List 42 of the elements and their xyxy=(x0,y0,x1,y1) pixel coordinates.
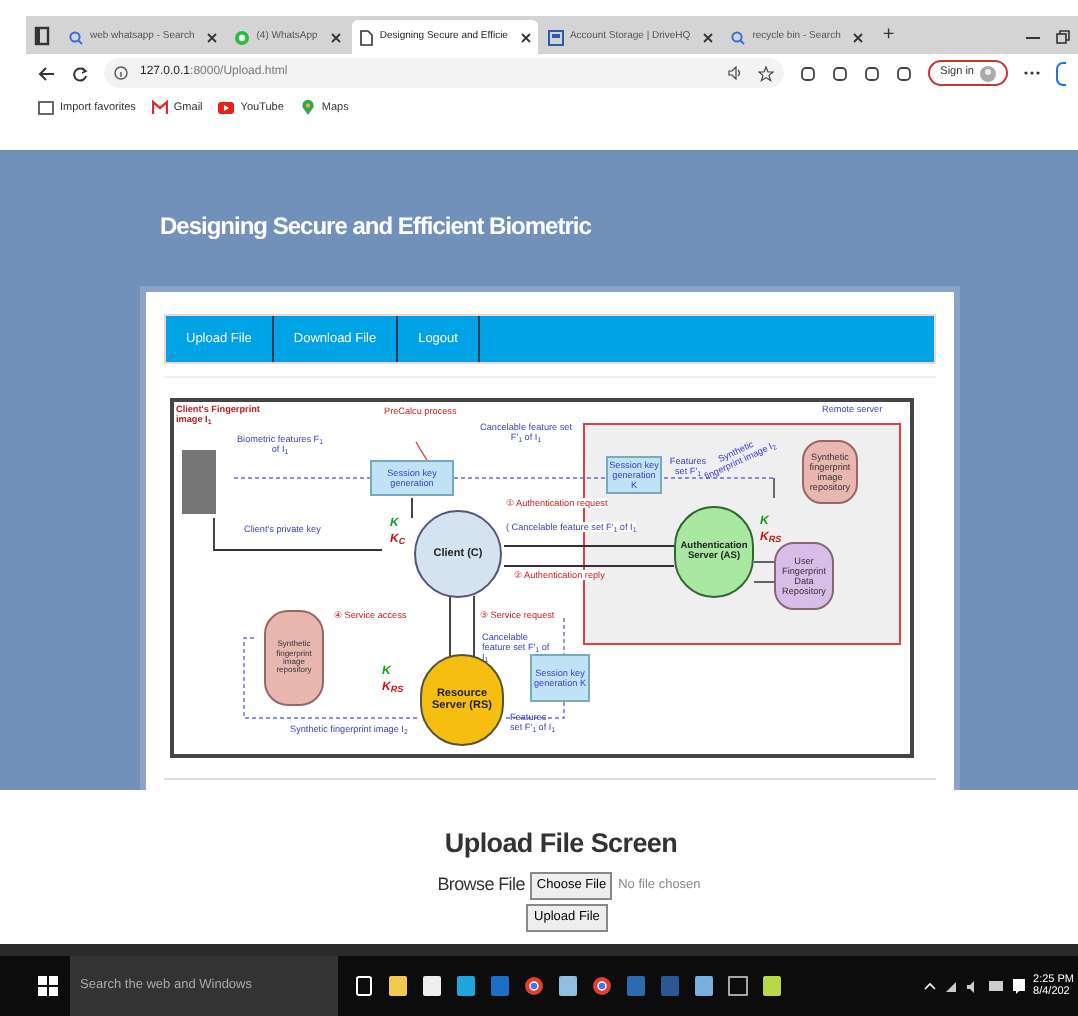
play-icon xyxy=(218,100,235,116)
chat-icon xyxy=(234,29,251,45)
more-icon[interactable] xyxy=(1024,70,1040,76)
tab-actions-icon[interactable] xyxy=(34,26,50,46)
avatar-icon xyxy=(980,65,996,81)
search-icon xyxy=(730,29,747,45)
close-icon[interactable] xyxy=(519,31,532,43)
browser-icon[interactable] xyxy=(524,974,544,998)
close-icon[interactable] xyxy=(329,31,342,43)
fingerprint-photo-placeholder xyxy=(182,450,216,514)
search-icon xyxy=(68,29,84,45)
task-view-icon[interactable] xyxy=(354,974,374,998)
close-icon[interactable] xyxy=(702,31,715,43)
site-title: Designing Secure and Efficient Biometric xyxy=(160,210,593,244)
back-icon[interactable] xyxy=(38,65,56,81)
notification-icon[interactable] xyxy=(1011,978,1026,994)
sidebar-icon[interactable] xyxy=(1056,61,1066,85)
network-icon[interactable] xyxy=(943,979,958,993)
mail-icon xyxy=(151,100,168,116)
storage-icon xyxy=(547,29,564,45)
read-aloud-icon[interactable] xyxy=(728,65,743,79)
page-icon xyxy=(357,29,374,45)
upload-heading: Upload File Screen xyxy=(444,826,678,862)
browser-icon[interactable] xyxy=(592,974,612,998)
keyboard-icon[interactable] xyxy=(987,980,1004,992)
map-pin-icon xyxy=(299,100,316,116)
star-icon[interactable] xyxy=(758,65,775,81)
windows-logo-icon[interactable] xyxy=(38,976,58,996)
restore-icon[interactable] xyxy=(1056,30,1070,44)
close-icon[interactable] xyxy=(206,31,219,43)
info-icon xyxy=(114,66,128,80)
terminal-icon[interactable] xyxy=(728,974,748,998)
new-tab-button[interactable]: + xyxy=(882,26,895,46)
folder-icon[interactable] xyxy=(388,974,408,998)
shopping-bag-icon[interactable] xyxy=(422,974,442,998)
chevron-up-icon[interactable] xyxy=(923,982,936,990)
close-icon[interactable] xyxy=(852,31,865,43)
folder-icon xyxy=(38,100,54,116)
document-icon[interactable] xyxy=(660,974,680,998)
volume-icon[interactable] xyxy=(965,979,980,993)
field-label: Browse File xyxy=(437,872,525,899)
notepad-icon[interactable] xyxy=(762,974,782,998)
